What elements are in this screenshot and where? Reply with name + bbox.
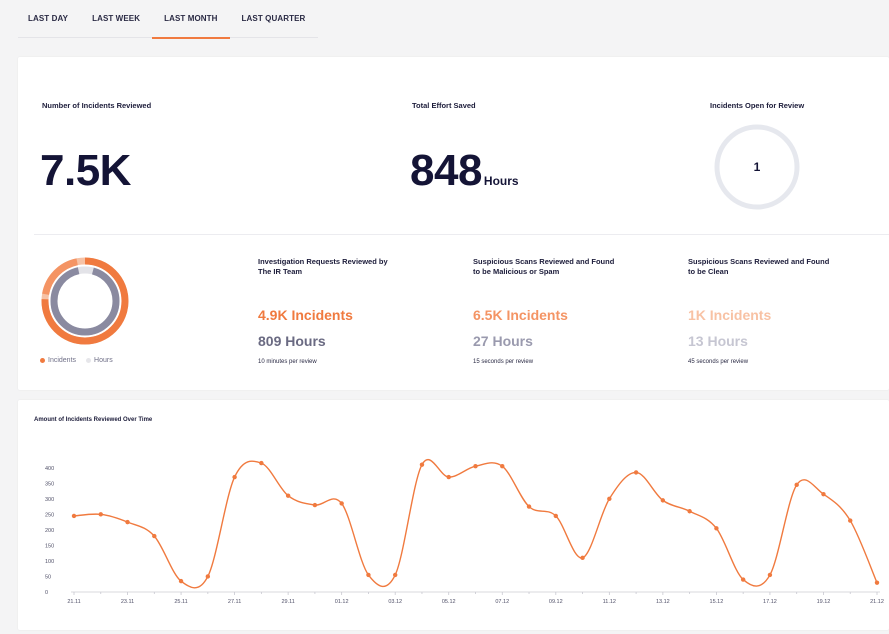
data-point [874,580,880,585]
open-for-review-value: 1 [753,160,761,174]
x-tick-label: 09.12 [549,599,563,605]
x-tick-label: 07.12 [495,599,509,605]
data-point [366,572,371,578]
effort-saved-value: 848 Hours [410,149,519,203]
donut-legend: Incidents Hours [40,357,123,364]
data-point [767,572,773,578]
clean-scans-note: 45 seconds per review [688,359,749,365]
data-point [740,577,746,582]
legend-item-incidents: Incidents [40,357,76,364]
data-point [259,460,264,466]
data-point [232,474,237,480]
incidents-reviewed-value: 7.5K [40,146,131,195]
x-tick-label: 01.12 [335,599,349,605]
ir-team-incidents: 4.9K Incidents [258,307,353,323]
x-tick-label: 21.12 [870,599,884,605]
legend-dot-hours [86,358,92,363]
data-point [848,518,853,523]
ir-team-title: Investigation Requests Reviewed by The I… [258,257,388,276]
y-tick-label: 250 [45,512,54,518]
data-point [285,493,291,498]
legend-label-incidents: Incidents [48,357,77,364]
legend-item-hours: Hours [86,357,113,364]
y-tick-label: 350 [45,481,54,487]
effort-saved-number: 848 [410,146,482,195]
clean-scans-incidents: 1K Incidents [688,307,772,323]
data-point [607,496,612,502]
data-point [794,482,799,488]
data-point [152,533,157,539]
y-tick-label: 200 [45,528,54,534]
data-point [339,501,344,506]
data-point [178,578,184,584]
legend-label-hours: Hours [94,357,113,364]
data-point [553,513,558,519]
data-point [821,491,826,497]
x-tick-label: 25.11 [174,599,187,605]
x-tick-label: 21.11 [67,599,80,605]
tab-last-week[interactable]: LAST WEEK [80,0,152,38]
malicious-scans-note: 15 seconds per review [473,359,534,365]
open-for-review-label: Incidents Open for Review [710,101,805,110]
incidents-over-time-card: Amount of Incidents Reviewed Over Time 0… [18,400,889,630]
x-tick-label: 03.12 [388,599,402,605]
series-line [73,458,878,589]
x-tick-label: 05.12 [442,599,456,605]
y-tick-label: 150 [45,543,54,549]
data-point [660,498,666,503]
x-tick-label: 17.12 [763,599,777,605]
data-point [125,519,130,525]
x-tick-label: 15.12 [710,599,724,605]
y-tick-label: 400 [45,466,54,472]
x-tick-label: 27.11 [228,599,241,605]
incidents-reviewed-label: Number of Incidents Reviewed [42,101,152,110]
malicious-scans-incidents: 6.5K Incidents [473,307,568,323]
y-tick-label: 50 [45,574,51,580]
y-tick-label: 100 [45,559,54,565]
time-range-tabs: LAST DAY LAST WEEK LAST MONTH LAST QUART… [18,0,318,39]
tab-last-day[interactable]: LAST DAY [18,0,80,38]
data-point [71,513,77,519]
data-point [633,470,639,475]
tab-last-month[interactable]: LAST MONTH [152,0,230,39]
x-tick-label: 11.12 [603,599,616,605]
ir-team-note: 10 minutes per review [258,359,317,365]
data-point [714,526,719,531]
data-point [419,462,425,467]
data-point [393,572,398,578]
data-point [205,574,211,579]
incidents-over-time-chart: 0 50 100 150 200 250 300 350 400 21.11 23.11 25.11 2… [45,458,884,605]
malicious-scans-title: Suspicious Scans Reviewed and Found to b… [473,257,615,276]
data-point [98,512,103,517]
y-tick-label: 300 [45,497,54,503]
y-tick-label: 0 [45,590,48,596]
effort-saved-label: Total Effort Saved [412,101,476,110]
data-point [526,504,532,509]
data-point [500,464,505,469]
summary-card: Number of Incidents Reviewed 7.5K Total … [18,57,889,390]
data-point [687,509,692,514]
clean-scans-title: Suspicious Scans Reviewed and Found to b… [688,257,830,276]
ir-team-hours: 809 Hours [258,333,326,349]
x-tick-label: 29.11 [281,599,294,605]
summary-divider [34,234,889,235]
effort-saved-unit: Hours [483,174,519,188]
data-point [446,474,451,480]
x-tick-label: 13.12 [656,599,670,605]
x-tick-label: 19.12 [817,599,831,605]
data-point [473,464,478,469]
data-point [580,555,585,561]
x-tick-label: 23.11 [121,599,134,605]
malicious-scans-hours: 27 Hours [473,333,533,349]
clean-scans-hours: 13 Hours [688,333,748,349]
incidents-hours-donut [41,257,129,345]
tab-last-quarter[interactable]: LAST QUARTER [230,0,318,38]
legend-dot-incidents [40,358,45,363]
data-point [312,502,318,508]
